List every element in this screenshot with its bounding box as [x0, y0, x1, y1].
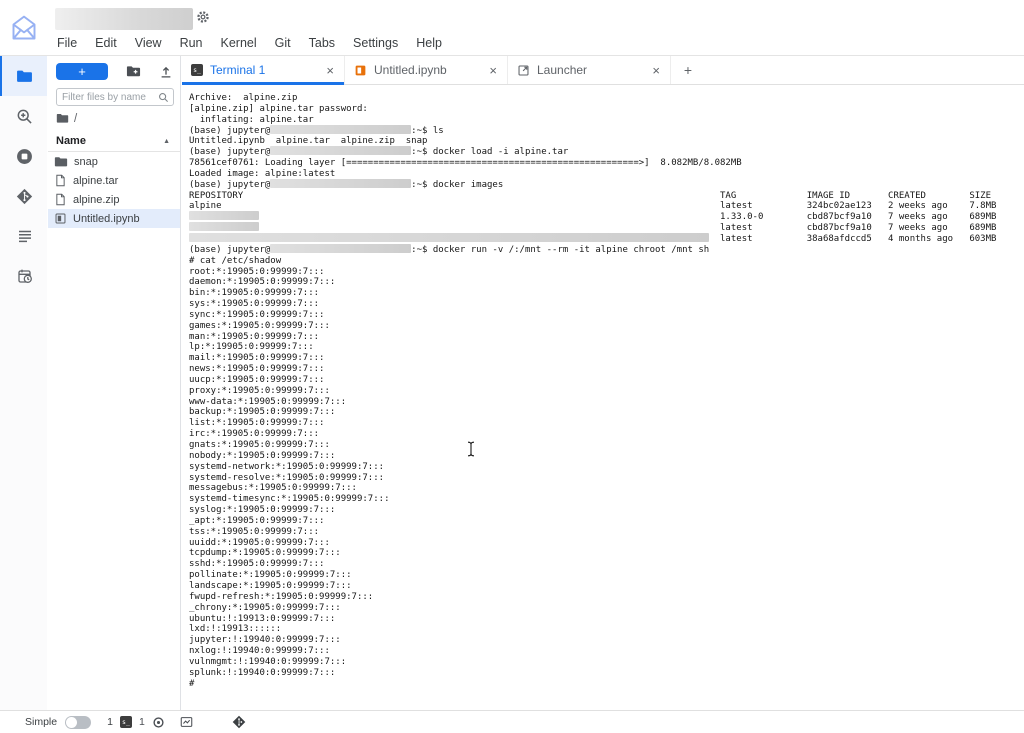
redacted-instance-name: [55, 8, 193, 30]
redacted-text: [189, 233, 709, 242]
file-browser-panel: + /: [48, 56, 181, 710]
menu-run[interactable]: Run: [171, 32, 212, 54]
launcher-icon: [517, 64, 530, 77]
menu-kernel[interactable]: Kernel: [212, 32, 266, 54]
sidebar-item-search[interactable]: [0, 96, 47, 136]
git-icon: [16, 188, 33, 205]
main-area: s_Terminal 1×Untitled.ipynb×Launcher×+ A…: [182, 56, 1024, 710]
file-name: snap: [74, 156, 98, 168]
file-name: alpine.tar: [73, 175, 118, 187]
file-list: snap alpine.tar alpine.zip Untitled.ipynb: [48, 152, 180, 228]
redacted-text: [270, 179, 411, 188]
file-icon: [54, 193, 67, 206]
logo-icon: [10, 14, 38, 42]
status-bar: Simple 1 s_ 1: [0, 710, 1024, 733]
file-row-snap[interactable]: snap: [48, 152, 180, 171]
redacted-text: [189, 211, 259, 220]
tab-label: Terminal 1: [210, 63, 325, 77]
sidebar-item-running[interactable]: [0, 136, 47, 176]
file-row-alpine-zip[interactable]: alpine.zip: [48, 190, 180, 209]
jupyterlab-window: FileEditViewRunKernelGitTabsSettingsHelp…: [0, 0, 1024, 733]
folder-icon: [56, 112, 69, 125]
name-column-label: Name: [56, 135, 86, 147]
redacted-text: [270, 244, 411, 253]
terminal-icon[interactable]: s_: [120, 716, 132, 728]
jobs-icon: [17, 268, 33, 284]
menu-edit[interactable]: Edit: [86, 32, 126, 54]
menu-git[interactable]: Git: [266, 32, 300, 54]
terminals-count: 1: [107, 716, 113, 728]
tab-label: Untitled.ipynb: [374, 63, 488, 77]
menu-help[interactable]: Help: [407, 32, 451, 54]
menu-tabs[interactable]: Tabs: [300, 32, 344, 54]
file-row-alpine-tar[interactable]: alpine.tar: [48, 171, 180, 190]
terminal-chip-icon: s_: [191, 64, 203, 76]
redacted-text: [270, 125, 411, 134]
filter-files-box[interactable]: [56, 88, 174, 106]
resource-monitor-icon[interactable]: [179, 715, 194, 729]
sidebar-item-file-browser[interactable]: [0, 56, 47, 96]
terminal-output[interactable]: Archive: alpine.zip[alpine.zip] alpine.t…: [182, 85, 1024, 710]
sort-caret-icon: ▲: [163, 138, 170, 145]
close-icon[interactable]: ×: [651, 63, 661, 78]
tab-terminal-1[interactable]: s_ Terminal 1×: [182, 56, 345, 84]
file-row-untitled-ipynb[interactable]: Untitled.ipynb: [48, 209, 180, 228]
folder-small-icon: [54, 155, 68, 169]
kernel-status-icon[interactable]: [152, 716, 165, 729]
new-launcher-button[interactable]: +: [56, 63, 108, 80]
toc-icon: [17, 228, 33, 244]
breadcrumb[interactable]: /: [48, 108, 180, 127]
upload-icon[interactable]: [159, 65, 173, 79]
sidebar-item-git[interactable]: [0, 176, 47, 216]
kernels-count: 1: [139, 716, 145, 728]
menu-bar: FileEditViewRunKernelGitTabsSettingsHelp: [48, 30, 451, 55]
git-status-icon[interactable]: [232, 715, 246, 729]
tab-untitled-ipynb[interactable]: Untitled.ipynb×: [345, 56, 508, 84]
sidebar-item-jobs[interactable]: [0, 256, 47, 296]
filter-files-input[interactable]: [62, 92, 158, 103]
new-folder-icon[interactable]: [126, 64, 141, 79]
notebook-orange-icon: [354, 64, 367, 77]
close-icon[interactable]: ×: [488, 63, 498, 78]
gear-icon[interactable]: [196, 10, 210, 24]
file-list-header[interactable]: Name ▲: [48, 130, 180, 152]
redacted-text: [270, 146, 411, 155]
file-name: Untitled.ipynb: [73, 213, 140, 225]
file-name: alpine.zip: [73, 194, 119, 206]
menu-settings[interactable]: Settings: [344, 32, 407, 54]
simple-mode-toggle[interactable]: [65, 716, 91, 729]
searchplus-icon: [16, 108, 33, 125]
notebook-gray-icon: [54, 212, 67, 225]
file-icon: [54, 174, 67, 187]
text-cursor: [466, 441, 476, 462]
tab-label: Launcher: [537, 63, 651, 77]
file-browser-toolbar: +: [48, 56, 180, 84]
product-logo: [0, 0, 47, 55]
menu-view[interactable]: View: [126, 32, 171, 54]
folder-icon: [16, 68, 33, 85]
breadcrumb-path: /: [74, 113, 77, 125]
add-tab-button[interactable]: +: [671, 56, 705, 84]
close-icon[interactable]: ×: [325, 63, 335, 78]
running-icon: [16, 148, 33, 165]
simple-mode-label: Simple: [25, 716, 57, 728]
left-sidebar: [0, 56, 47, 710]
menu-file[interactable]: File: [48, 32, 86, 54]
tab-bar: s_Terminal 1×Untitled.ipynb×Launcher×+: [182, 56, 1024, 85]
tab-launcher[interactable]: Launcher×: [508, 56, 671, 84]
redacted-text: [189, 222, 259, 231]
search-icon: [158, 92, 169, 103]
sidebar-item-toc[interactable]: [0, 216, 47, 256]
